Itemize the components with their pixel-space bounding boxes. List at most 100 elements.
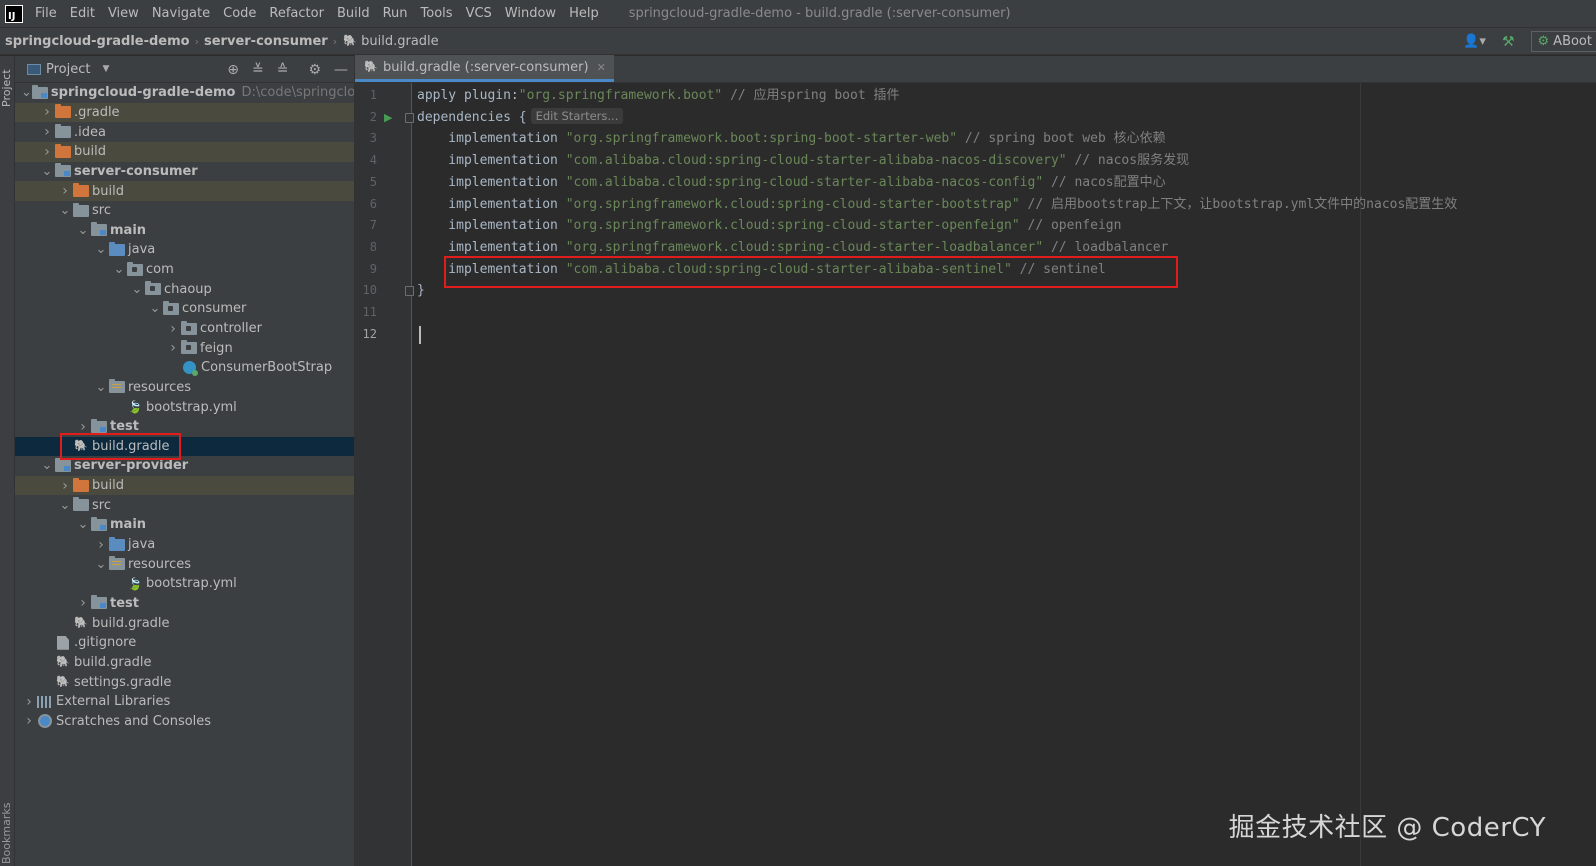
tree-row[interactable]: › build [15,181,354,201]
chevron-down-icon[interactable]: ⌄ [21,85,32,100]
fold-marker-icon[interactable] [405,286,414,297]
chevron-down-icon[interactable]: ⌄ [75,517,91,532]
tab-build-gradle[interactable]: 🐘 build.gradle (:server-consumer) ✕ [355,55,614,82]
chevron-down-icon[interactable]: ⌄ [57,203,73,218]
collapse-all-icon[interactable]: ≙ [277,62,289,78]
menu-item-file[interactable]: File [35,6,57,21]
code-line[interactable]: implementation "com.alibaba.cloud:spring… [417,150,1189,172]
tree-row[interactable]: ⌄ springcloud-gradle-demo D:\code\springcl… [15,83,354,103]
chevron-down-icon[interactable]: ⌄ [93,557,109,572]
breadcrumb-module[interactable]: server-consumer [204,34,328,49]
bookmarks-tool-window-button[interactable]: Bookmarks [0,800,15,866]
chevron-right-icon[interactable]: › [39,144,55,160]
project-tool-window-button[interactable]: Project [0,64,15,112]
tree-row[interactable]: › Scratches and Consoles [15,712,354,732]
gear-icon[interactable]: ⚙ [308,62,321,78]
hide-panel-icon[interactable]: — [334,62,348,78]
run-gutter-icon[interactable]: ▶ [384,111,392,124]
menu-item-edit[interactable]: Edit [70,6,95,21]
tree-row[interactable]: › External Libraries [15,692,354,712]
menu-item-vcs[interactable]: VCS [466,6,492,21]
menu-item-build[interactable]: Build [337,6,370,21]
tree-row[interactable]: › controller [15,319,354,339]
breadcrumb-file[interactable]: 🐘 build.gradle [342,34,438,49]
tree-row[interactable]: ⌄ consumer [15,299,354,319]
code-line[interactable]: implementation "org.springframework.clou… [417,215,1121,237]
chevron-right-icon[interactable]: › [75,595,91,611]
code-editor[interactable]: apply plugin:"org.springframework.boot" … [417,83,1596,866]
tree-row[interactable]: › test [15,594,354,614]
chevron-right-icon[interactable]: › [165,321,181,337]
chevron-down-icon[interactable]: ⌄ [39,458,55,473]
tree-row[interactable]: ⌄ main [15,220,354,240]
chevron-right-icon[interactable]: › [57,183,73,199]
tree-row[interactable]: 🐘 build.gradle [15,613,354,633]
chevron-down-icon[interactable]: ⌄ [93,380,109,395]
chevron-down-icon[interactable]: ⌄ [75,223,91,238]
tree-row[interactable]: 🍃 bootstrap.yml [15,397,354,417]
tree-row[interactable]: › .idea [15,122,354,142]
chevron-right-icon[interactable]: › [57,478,73,494]
intellij-logo-icon[interactable]: IJ [5,4,23,23]
tree-row[interactable]: ⌄ server-provider [15,456,354,476]
tree-row[interactable]: ⌄ java [15,240,354,260]
tree-row[interactable]: 🍃 bootstrap.yml [15,574,354,594]
chevron-right-icon[interactable]: › [21,694,37,710]
tree-row[interactable]: 🐘 build.gradle [15,436,354,457]
chevron-down-icon[interactable]: ⌄ [93,242,109,257]
locate-file-icon[interactable]: ⊕ [227,62,239,78]
menu-item-view[interactable]: View [108,6,139,21]
code-line[interactable]: implementation "org.springframework.clou… [417,194,1457,216]
menu-item-run[interactable]: Run [383,6,408,21]
code-line[interactable]: dependencies {Edit Starters... [417,107,624,129]
chevron-down-icon[interactable]: ⌄ [57,498,73,513]
tree-row[interactable]: › build [15,475,354,496]
chevron-down-icon[interactable]: ⌄ [129,282,145,297]
chevron-down-icon[interactable]: ⌄ [111,262,127,277]
tree-row[interactable]: 🐘 build.gradle [15,653,354,673]
expand-all-icon[interactable]: ≚ [252,62,264,78]
build-hammer-icon[interactable]: ⚒ [1502,34,1515,50]
user-account-icon[interactable]: 👤▾ [1463,34,1486,49]
code-line[interactable]: implementation "com.alibaba.cloud:spring… [417,172,1165,194]
chevron-down-icon[interactable]: ⌄ [147,301,163,316]
menu-item-navigate[interactable]: Navigate [152,6,210,21]
chevron-down-icon[interactable]: ⌄ [39,164,55,179]
menu-item-window[interactable]: Window [505,6,556,21]
code-line[interactable]: apply plugin:"org.springframework.boot" … [417,85,899,107]
tree-row[interactable]: .gitignore [15,633,354,653]
run-configuration-selector[interactable]: ⚙ ABoot [1530,31,1596,52]
menu-item-help[interactable]: Help [569,6,599,21]
code-line[interactable]: } [417,280,425,302]
tree-row[interactable]: ⌄ server-consumer [15,162,354,182]
chevron-right-icon[interactable]: › [21,713,37,729]
tree-row[interactable]: ⌄ src [15,201,354,221]
chevron-right-icon[interactable]: › [165,340,181,356]
breadcrumb-project[interactable]: springcloud-gradle-demo [0,34,190,49]
tree-row[interactable]: › build [15,141,354,162]
tree-row[interactable]: ⌄ com [15,260,354,280]
project-view-selector[interactable]: Project ▼ [15,62,109,77]
tree-row[interactable]: › .gradle [15,102,354,123]
chevron-right-icon[interactable]: › [39,124,55,140]
tree-row[interactable]: ⌄ src [15,495,354,515]
code-line[interactable]: implementation "org.springframework.boot… [417,128,1165,150]
menu-item-code[interactable]: Code [223,6,256,21]
tree-row[interactable]: ⌄ chaoup [15,279,354,299]
tree-row[interactable]: ⌄ resources [15,554,354,574]
tree-row[interactable]: ConsumerBootStrap [15,358,354,378]
menu-item-refactor[interactable]: Refactor [269,6,324,21]
tree-row[interactable]: › java [15,535,354,555]
tree-row[interactable]: 🐘 settings.gradle [15,672,354,692]
fold-marker-icon[interactable] [405,112,414,123]
chevron-right-icon[interactable]: › [39,104,55,120]
menu-item-tools[interactable]: Tools [421,6,453,21]
tree-row[interactable]: ⌄ resources [15,378,354,398]
tree-row[interactable]: ⌄ main [15,515,354,535]
close-icon[interactable]: ✕ [597,61,606,74]
chevron-right-icon[interactable]: › [75,419,91,435]
tree-row[interactable]: › feign [15,338,354,358]
tree-row[interactable]: › test [15,417,354,437]
edit-starters-inlay-button[interactable]: Edit Starters... [530,107,624,124]
chevron-right-icon[interactable]: › [93,537,109,553]
